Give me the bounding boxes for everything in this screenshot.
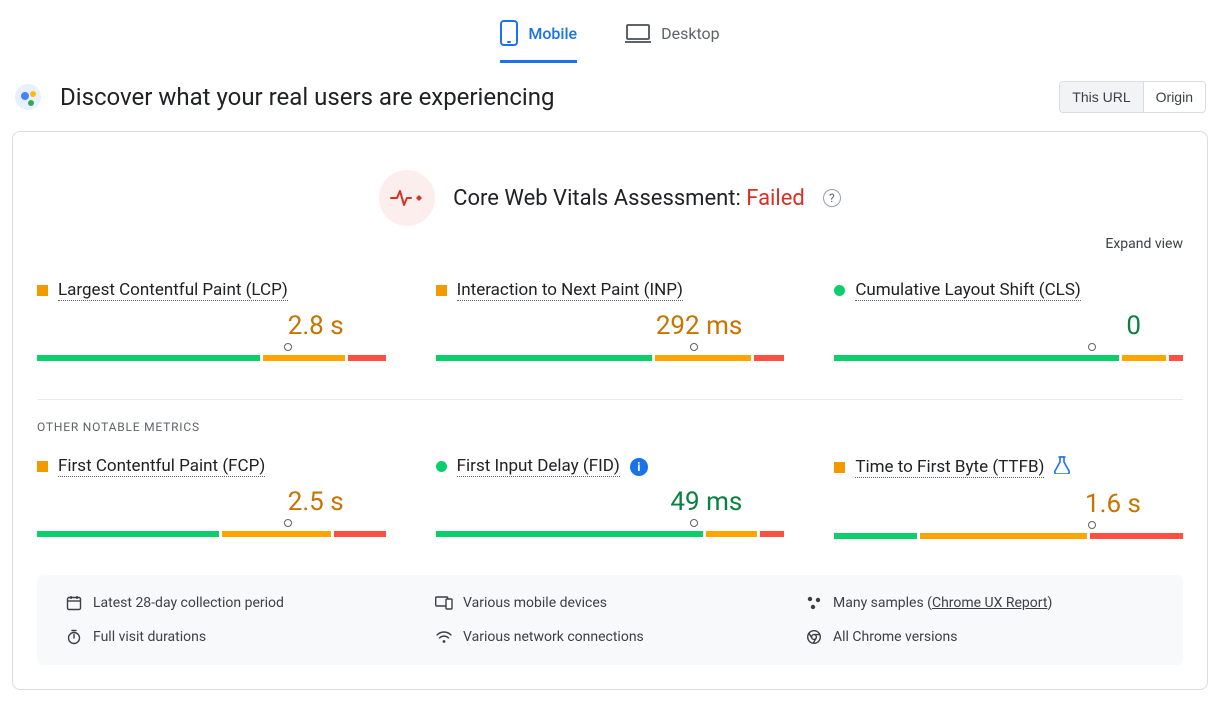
info-versions-text: All Chrome versions xyxy=(833,629,957,645)
metric-inp: Interaction to Next Paint (INP) 292 ms xyxy=(436,280,785,361)
network-icon xyxy=(435,630,453,644)
info-networks: Various network connections xyxy=(435,629,785,645)
assessment-text: Core Web Vitals Assessment: Failed xyxy=(453,186,805,211)
info-icon[interactable]: i xyxy=(630,458,648,476)
core-metrics-grid: Largest Contentful Paint (LCP) 2.8 s Int… xyxy=(37,280,1183,361)
desktop-icon xyxy=(625,23,651,43)
other-metrics-label: OTHER NOTABLE METRICS xyxy=(37,420,1183,434)
metric-cls-name[interactable]: Cumulative Layout Shift (CLS) xyxy=(855,280,1081,301)
metric-lcp: Largest Contentful Paint (LCP) 2.8 s xyxy=(37,280,386,361)
info-durations-text: Full visit durations xyxy=(93,629,206,645)
info-devices: Various mobile devices xyxy=(435,595,785,611)
metric-fcp-name[interactable]: First Contentful Paint (FCP) xyxy=(58,456,265,477)
metric-ttfb-name[interactable]: Time to First Byte (TTFB) xyxy=(855,457,1044,478)
metric-lcp-bar xyxy=(37,345,386,361)
metric-inp-bar xyxy=(436,345,785,361)
info-devices-text: Various mobile devices xyxy=(463,595,607,611)
status-indicator-icon xyxy=(37,285,48,296)
metric-inp-name[interactable]: Interaction to Next Paint (INP) xyxy=(457,280,683,301)
toggle-this-url[interactable]: This URL xyxy=(1060,82,1142,112)
stopwatch-icon xyxy=(65,629,83,645)
assessment-prefix: Core Web Vitals Assessment: xyxy=(453,186,741,211)
page-title: Discover what your real users are experi… xyxy=(60,83,554,111)
device-tabs: Mobile Desktop xyxy=(0,0,1220,63)
samples-icon xyxy=(805,595,823,611)
info-samples: Many samples (Chrome UX Report) xyxy=(805,595,1155,611)
chrome-icon xyxy=(805,629,823,645)
insight-icon xyxy=(14,83,42,111)
devices-icon xyxy=(435,596,453,610)
info-samples-suffix: ) xyxy=(1047,595,1052,611)
metric-fid: First Input Delay (FID) i 49 ms xyxy=(436,456,785,539)
info-networks-text: Various network connections xyxy=(463,629,644,645)
metric-lcp-value: 2.8 s xyxy=(37,311,344,341)
section-header: Discover what your real users are experi… xyxy=(0,63,1220,131)
assessment-status: Failed xyxy=(746,186,805,211)
status-indicator-icon xyxy=(834,285,845,296)
calendar-icon xyxy=(65,595,83,611)
expand-view-link[interactable]: Expand view xyxy=(1105,236,1183,252)
metric-ttfb: Time to First Byte (TTFB) 1.6 s xyxy=(834,456,1183,539)
status-indicator-icon xyxy=(436,285,447,296)
cwv-card: Core Web Vitals Assessment: Failed ? Exp… xyxy=(12,131,1208,690)
info-collection-period-text: Latest 28-day collection period xyxy=(93,595,284,611)
info-versions: All Chrome versions xyxy=(805,629,1155,645)
toggle-origin[interactable]: Origin xyxy=(1143,82,1205,112)
metric-lcp-name[interactable]: Largest Contentful Paint (LCP) xyxy=(58,280,288,301)
metric-fid-bar xyxy=(436,521,785,537)
assessment-badge-icon xyxy=(379,170,435,226)
tab-desktop-label: Desktop xyxy=(661,24,720,43)
metric-cls-bar xyxy=(834,345,1183,361)
scope-toggle: This URL Origin xyxy=(1059,81,1206,113)
other-metrics-grid: First Contentful Paint (FCP) 2.5 s First… xyxy=(37,456,1183,539)
data-info-box: Latest 28-day collection period Various … xyxy=(37,575,1183,665)
experimental-flask-icon xyxy=(1054,456,1070,479)
status-indicator-icon xyxy=(37,461,48,472)
mobile-icon xyxy=(500,20,518,46)
metric-ttfb-bar xyxy=(834,523,1183,539)
metric-cls-value: 0 xyxy=(834,311,1141,341)
info-durations: Full visit durations xyxy=(65,629,415,645)
info-samples-prefix: Many samples ( xyxy=(833,595,932,611)
metric-fcp-bar xyxy=(37,521,386,537)
metric-ttfb-value: 1.6 s xyxy=(834,489,1141,519)
status-indicator-icon xyxy=(436,461,447,472)
tab-mobile[interactable]: Mobile xyxy=(500,8,577,63)
metric-fcp-value: 2.5 s xyxy=(37,487,344,517)
info-collection-period: Latest 28-day collection period xyxy=(65,595,415,611)
status-indicator-icon xyxy=(834,462,845,473)
metric-fid-name[interactable]: First Input Delay (FID) xyxy=(457,456,620,477)
metric-fid-value: 49 ms xyxy=(436,487,743,517)
metric-inp-value: 292 ms xyxy=(436,311,743,341)
crux-report-link[interactable]: Chrome UX Report xyxy=(932,595,1047,611)
assessment-row: Core Web Vitals Assessment: Failed ? xyxy=(37,170,1183,226)
metric-cls: Cumulative Layout Shift (CLS) 0 xyxy=(834,280,1183,361)
tab-desktop[interactable]: Desktop xyxy=(625,8,720,63)
divider xyxy=(37,399,1183,400)
help-icon[interactable]: ? xyxy=(823,189,841,207)
tab-mobile-label: Mobile xyxy=(528,24,577,43)
metric-fcp: First Contentful Paint (FCP) 2.5 s xyxy=(37,456,386,539)
